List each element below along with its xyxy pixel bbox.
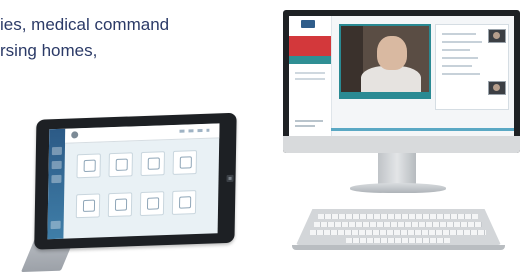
- app-tile-icon: [146, 197, 160, 210]
- spacebar-row: [346, 238, 450, 243]
- detail-row: [442, 41, 482, 43]
- app-tile[interactable]: [108, 152, 133, 178]
- tablet-nav-item[interactable]: [51, 174, 62, 184]
- key-row: [318, 214, 478, 219]
- windows-logo-icon: [226, 174, 234, 183]
- app-tile[interactable]: [107, 192, 133, 218]
- app-tile[interactable]: [140, 151, 165, 177]
- app-tile[interactable]: [75, 193, 101, 219]
- sidebar-note: [295, 120, 323, 122]
- key-row: [310, 230, 486, 235]
- monitor-stand-base: [350, 183, 446, 193]
- app-tile-icon: [147, 157, 160, 170]
- monitor-bezel-chin: [283, 136, 520, 153]
- monitor-screen: [289, 16, 514, 136]
- active-nav-item[interactable]: [289, 56, 331, 64]
- desktop-monitor: [283, 10, 520, 153]
- app-tile[interactable]: [139, 191, 165, 217]
- app-tile-icon: [179, 156, 192, 169]
- tablet-device: [20, 112, 239, 273]
- tablet-app-sidebar: [47, 128, 66, 240]
- sidebar-note: [295, 125, 315, 127]
- app-tile-icon: [83, 159, 96, 173]
- app-tile-icon: [178, 196, 192, 209]
- key-row: [314, 222, 482, 227]
- detail-row: [442, 57, 478, 59]
- app-tile-icon: [115, 158, 128, 171]
- patient-figure-head: [377, 36, 407, 70]
- participant-thumbnail[interactable]: [488, 81, 506, 95]
- app-tile[interactable]: [76, 153, 101, 179]
- participant-thumbnail[interactable]: [488, 29, 506, 43]
- tablet-body: [34, 112, 237, 250]
- app-tile-icon: [82, 199, 96, 213]
- keyboard: [296, 209, 501, 245]
- detail-row: [442, 49, 470, 51]
- tablet-app-header: [65, 123, 220, 144]
- app-tile-icon: [114, 198, 128, 211]
- tablet-screen: [47, 123, 220, 240]
- app-tile[interactable]: [171, 190, 197, 215]
- telehealth-sidebar: [289, 16, 332, 136]
- brand-logo: [301, 20, 315, 28]
- tablet-nav-item[interactable]: [51, 146, 63, 156]
- intro-text-line-1: ies, medical command: [0, 15, 170, 34]
- tablet-header-controls[interactable]: [179, 128, 210, 133]
- patient-video-feed[interactable]: [339, 24, 431, 96]
- tablet-nav-item[interactable]: [51, 160, 62, 170]
- sidebar-list-item[interactable]: [295, 78, 325, 80]
- status-bar: [331, 128, 514, 131]
- monitor-stand-neck: [378, 153, 416, 185]
- sidebar-list-item[interactable]: [295, 72, 325, 74]
- alert-band[interactable]: [289, 36, 331, 56]
- detail-row: [442, 65, 472, 67]
- intro-text-line-2: rsing homes,: [0, 41, 98, 60]
- patient-details-panel: [435, 24, 509, 110]
- keyboard-front-edge: [292, 245, 505, 250]
- avatar[interactable]: [71, 131, 79, 139]
- detail-row: [442, 33, 476, 35]
- video-background: [341, 26, 363, 94]
- video-controls-bar[interactable]: [339, 92, 431, 99]
- tablet-nav-item[interactable]: [50, 220, 61, 230]
- app-tile[interactable]: [172, 150, 198, 175]
- detail-row: [442, 73, 480, 75]
